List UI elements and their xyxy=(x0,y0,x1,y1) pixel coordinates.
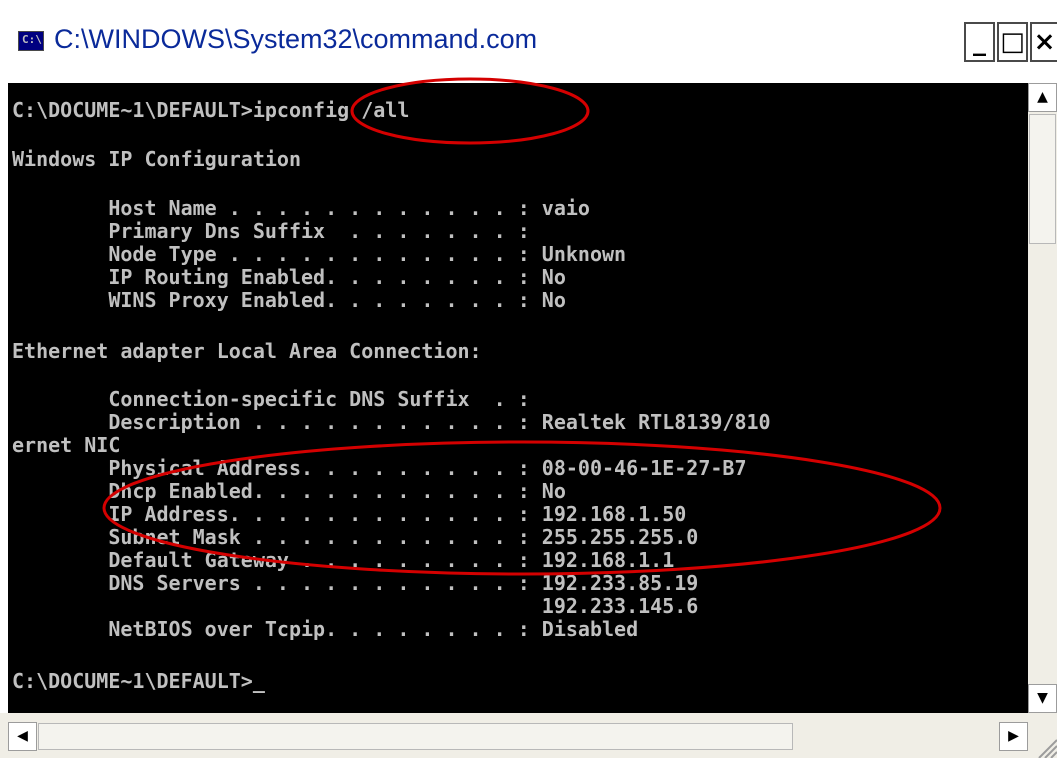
console-line: IP Routing Enabled. . . . . . . . : No xyxy=(12,265,566,289)
console-line: Physical Address. . . . . . . . . : 08-0… xyxy=(12,456,747,480)
console-line: Host Name . . . . . . . . . . . . : vaio xyxy=(12,196,590,220)
minimize-button[interactable]: _ xyxy=(964,22,995,62)
console-line: Dhcp Enabled. . . . . . . . . . . : No xyxy=(12,479,566,503)
console-line: Windows IP Configuration xyxy=(12,147,301,171)
console-line: C:\DOCUME~1\DEFAULT>ipconfig /all xyxy=(12,98,410,122)
console-line: 192.233.145.6 xyxy=(12,594,699,618)
title-bar: C:\ C:\WINDOWS\System32\command.com _ □ … xyxy=(0,0,1057,83)
scroll-left-button[interactable]: ◀ xyxy=(8,722,37,751)
resize-grip-icon[interactable] xyxy=(1030,720,1057,758)
console-window-icon[interactable]: C:\ xyxy=(18,31,44,51)
scroll-down-button[interactable]: ▼ xyxy=(1028,684,1057,713)
window-title: C:\WINDOWS\System32\command.com xyxy=(54,24,538,54)
console-line: NetBIOS over Tcpip. . . . . . . . : Disa… xyxy=(12,617,639,641)
console-line: ernet NIC xyxy=(12,433,121,457)
close-button[interactable]: × xyxy=(1030,22,1057,62)
console-line: Node Type . . . . . . . . . . . . : Unkn… xyxy=(12,242,627,266)
console-line: Subnet Mask . . . . . . . . . . . : 255.… xyxy=(12,525,699,549)
scroll-up-button[interactable]: ▲ xyxy=(1028,83,1057,112)
vertical-scroll-thumb[interactable] xyxy=(1029,114,1056,244)
console-line: Connection-specific DNS Suffix . : xyxy=(12,387,530,411)
console-prompt: C:\DOCUME~1\DEFAULT>_ xyxy=(12,669,265,693)
console-line: Ethernet adapter Local Area Connection: xyxy=(12,339,482,363)
console-line: WINS Proxy Enabled. . . . . . . . : No xyxy=(12,288,566,312)
maximize-button[interactable]: □ xyxy=(997,22,1028,62)
horizontal-scrollbar[interactable]: ◀ ▶ xyxy=(0,713,1057,758)
console-line: Primary Dns Suffix . . . . . . . : xyxy=(12,219,530,243)
console-icon-text: C:\ xyxy=(22,33,42,46)
console-line: Default Gateway . . . . . . . . . : 192.… xyxy=(12,548,675,572)
horizontal-scroll-thumb[interactable] xyxy=(38,723,793,750)
console-output[interactable]: C:\DOCUME~1\DEFAULT>ipconfig /all Window… xyxy=(8,83,1028,713)
console-line: DNS Servers . . . . . . . . . . . : 192.… xyxy=(12,571,699,595)
vertical-scrollbar[interactable]: ▲ ▼ xyxy=(1028,83,1057,713)
scroll-right-button[interactable]: ▶ xyxy=(999,722,1028,751)
console-line: Description . . . . . . . . . . . : Real… xyxy=(12,410,771,434)
console-line: IP Address. . . . . . . . . . . . : 192.… xyxy=(12,502,687,526)
